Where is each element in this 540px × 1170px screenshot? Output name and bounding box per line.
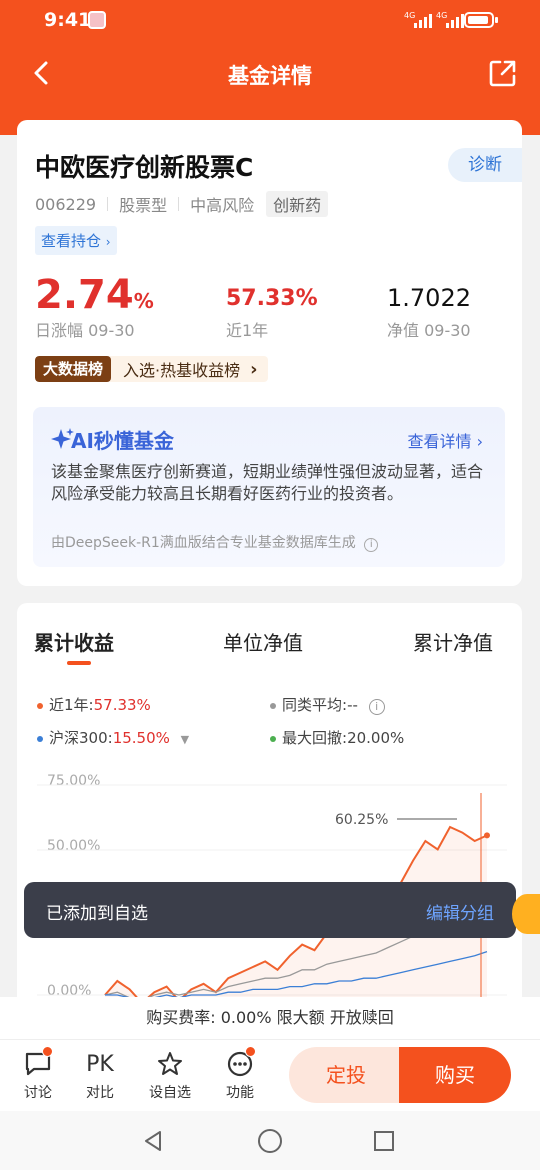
nav-recents-icon[interactable]: [373, 1130, 395, 1152]
fund-code: 006229: [35, 194, 97, 214]
chevron-right-icon: ›: [471, 432, 483, 451]
page-title: 基金详情: [228, 64, 312, 88]
compare-label: 对比: [86, 1085, 114, 1101]
nav-label: 净值 09-30: [387, 321, 471, 340]
notification-badge: [42, 1046, 53, 1057]
toast-text: 已添加到自选: [46, 904, 148, 924]
meta-divider: [178, 197, 180, 211]
rank-text: 入选·热基收益榜: [123, 361, 241, 380]
tab-unit-nav[interactable]: 单位净值: [223, 627, 303, 656]
legend-drawdown: 最大回撤:20.00%: [270, 727, 404, 748]
status-time: 9:41: [44, 9, 92, 31]
info-icon[interactable]: i: [364, 538, 379, 552]
legend-dot-peer: [270, 702, 276, 709]
legend-peer-label: 同类平均:: [282, 696, 348, 714]
edit-group-link[interactable]: 编辑分组: [426, 899, 494, 924]
view-holdings-button[interactable]: 查看持仓 ›: [35, 226, 117, 255]
share-icon[interactable]: [488, 58, 518, 88]
pk-icon-text: PK: [86, 1051, 114, 1077]
daily-change-label: 日涨幅 09-30: [35, 321, 135, 340]
legend-fund: 近1年:57.33%: [37, 694, 151, 715]
legend-drawdown-value: 20.00%: [347, 729, 405, 747]
daily-change-value: 2.74: [35, 272, 134, 318]
fund-name: 中欧医疗创新股票C: [35, 153, 254, 182]
ai-summary-text: 该基金聚焦医疗创新赛道，短期业绩弹性强但波动显著，适合风险承受能力较高且长期看好…: [51, 462, 484, 503]
legend-drawdown-label: 最大回撤:: [282, 729, 348, 747]
functions-button[interactable]: 功能: [214, 1046, 266, 1102]
fund-type: 股票型: [119, 196, 168, 215]
ai-footer: 由DeepSeek-R1满血版结合专业基金数据库生成 i: [51, 532, 379, 552]
star-icon-wrap: [144, 1048, 196, 1080]
battery-tip-icon: [495, 17, 498, 23]
buy-button[interactable]: 购买: [399, 1047, 511, 1103]
daily-change-unit: %: [133, 289, 154, 313]
mascot-icon[interactable]: [512, 894, 540, 934]
rank-badge: 大数据榜: [35, 356, 112, 382]
legend-index-label: 沪深300:: [49, 729, 113, 747]
pk-icon: PK: [74, 1048, 126, 1080]
view-holdings-label: 查看持仓: [41, 232, 102, 250]
peak-annotation: 60.25%: [335, 812, 388, 828]
chevron-right-icon: ›: [250, 358, 258, 380]
fund-tag[interactable]: 创新药: [266, 191, 329, 217]
more-icon-wrap: [214, 1046, 266, 1080]
compare-button[interactable]: PK 对比: [74, 1048, 126, 1102]
legend-peer-value: --: [347, 696, 358, 714]
ai-summary-box: AI秒懂基金 查看详情 › 该基金聚焦医疗创新赛道，短期业绩弹性强但波动显著，适…: [33, 407, 505, 567]
functions-label: 功能: [226, 1085, 254, 1101]
discuss-label: 讨论: [24, 1085, 52, 1101]
daily-change: 2.74%: [35, 272, 154, 318]
nav-value: 1.7022: [387, 284, 471, 312]
chart-card: 累计收益 单位净值 累计净值 近1年:57.33% 同类平均:-- i 沪深30…: [17, 603, 522, 1023]
sip-button[interactable]: 定投: [289, 1047, 403, 1103]
diagnose-button[interactable]: 诊断: [448, 148, 522, 182]
tab-cumulative-nav[interactable]: 累计净值: [413, 627, 493, 656]
status-bar: 9:41 4G 4G: [0, 0, 540, 40]
star-icon: [158, 1052, 182, 1075]
nav-home-icon[interactable]: [257, 1128, 283, 1154]
year-return-label: 近1年: [226, 321, 269, 340]
app-header: 9:41 4G 4G 基金详情: [0, 0, 540, 135]
discuss-button[interactable]: 讨论: [12, 1046, 64, 1102]
series-endpoint: [484, 832, 490, 839]
caret-down-icon: ▼: [180, 733, 190, 746]
system-nav-bar: [0, 1111, 540, 1170]
info-icon[interactable]: i: [368, 699, 385, 715]
ai-detail-link[interactable]: 查看详情 ›: [408, 428, 484, 452]
legend-fund-label: 近1年:: [49, 696, 94, 714]
watchlist-label: 设自选: [149, 1085, 191, 1101]
legend-index[interactable]: 沪深300:15.50% ▼: [37, 727, 189, 748]
legend-peer: 同类平均:-- i: [270, 694, 385, 715]
discuss-icon-wrap: [12, 1046, 64, 1080]
nav-back-icon[interactable]: [142, 1129, 166, 1153]
notification-app-icon: [88, 11, 106, 29]
signal-bars-1-icon: [414, 12, 432, 28]
rank-banner[interactable]: 大数据榜 入选·热基收益榜 ›: [35, 356, 268, 382]
fund-risk: 中高风险: [190, 196, 255, 215]
tab-cumulative-return[interactable]: 累计收益: [34, 627, 114, 656]
add-watchlist-button[interactable]: 设自选: [144, 1048, 196, 1102]
battery-icon: [464, 12, 494, 28]
ai-footer-text: 由DeepSeek-R1满血版结合专业基金数据库生成: [51, 535, 356, 551]
nav-bar: 基金详情: [0, 48, 540, 98]
ai-title: AI秒懂基金: [71, 429, 174, 453]
legend-dot-fund: [37, 702, 43, 709]
legend-fund-value: 57.33%: [93, 696, 151, 714]
meta-divider: [107, 197, 109, 211]
legend-dot-index: [37, 735, 43, 742]
fee-info: 购买费率: 0.00% 限大额 开放赎回: [0, 997, 540, 1039]
bottom-action-bar: 讨论 PK 对比 设自选 功能 定投 购买: [0, 1039, 540, 1111]
toast-added-to-watchlist: 已添加到自选 编辑分组: [24, 882, 516, 938]
notification-badge: [245, 1046, 256, 1057]
signal-bars-2-icon: [446, 12, 464, 28]
fund-meta: 006229 股票型 中高风险 创新药: [35, 191, 329, 217]
legend-dot-drawdown: [270, 735, 276, 742]
ai-detail-label: 查看详情: [407, 432, 472, 451]
chevron-right-icon: ›: [105, 235, 111, 249]
fund-info-card: 中欧医疗创新股票C 诊断 006229 股票型 中高风险 创新药 查看持仓 › …: [17, 120, 522, 586]
year-return-value: 57.33%: [226, 286, 318, 311]
active-tab-indicator: [67, 661, 91, 665]
legend-index-value: 15.50%: [112, 729, 170, 747]
